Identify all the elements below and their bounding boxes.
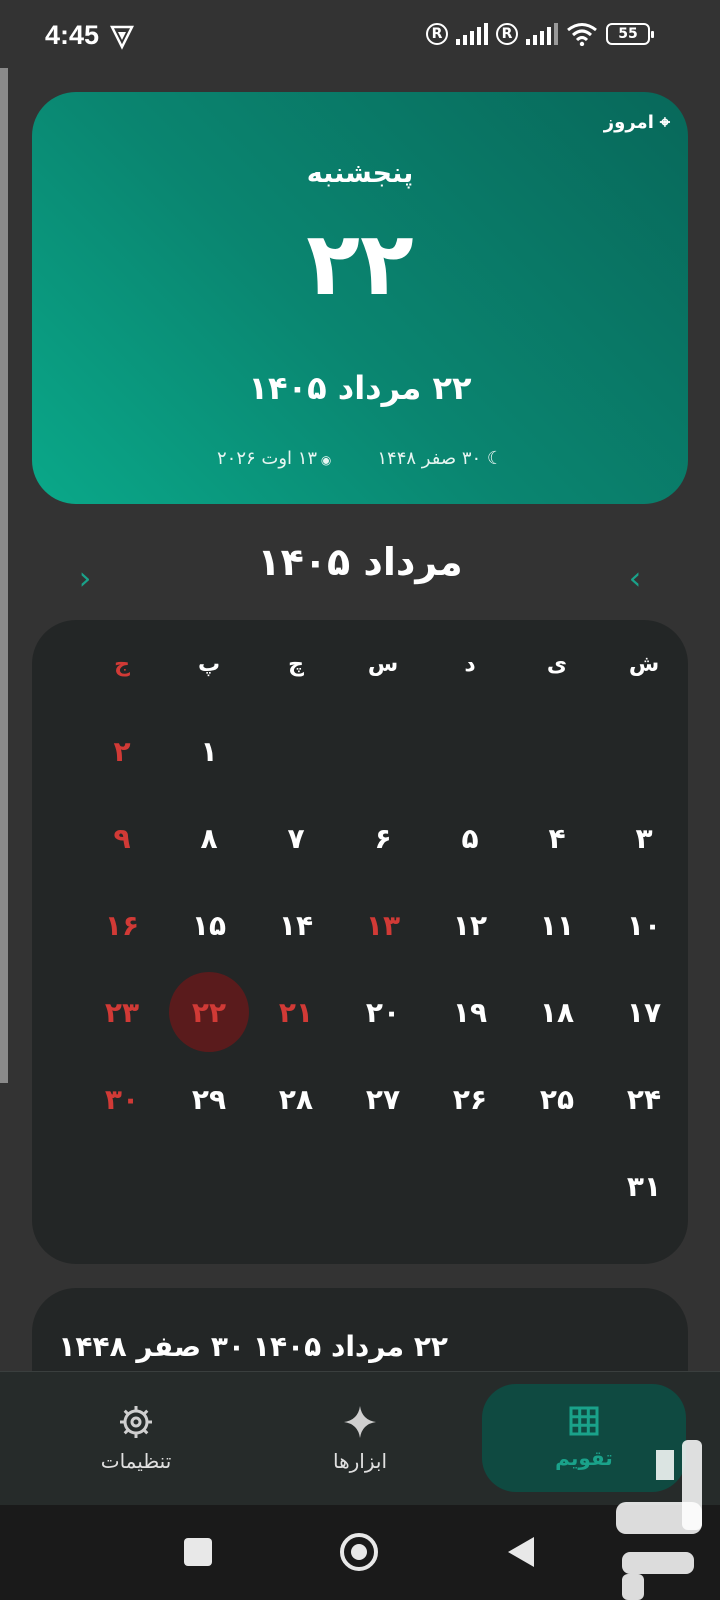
hijri-date-row: ☾ ۳۰ صفر ۱۴۴۸ — [377, 448, 503, 469]
calendar-grid-icon — [569, 1406, 599, 1436]
weekday-header: د — [464, 651, 476, 677]
day-cell[interactable]: ۱۳ — [339, 885, 427, 965]
roaming-icon: R — [496, 23, 518, 45]
day-cell[interactable]: ۲۷ — [339, 1059, 427, 1139]
home-button[interactable] — [340, 1533, 378, 1571]
hijri-date: ۳۰ صفر ۱۴۴۸ — [377, 448, 482, 469]
day-cell[interactable]: ۱۱ — [513, 885, 601, 965]
battery-icon: 55 — [606, 23, 654, 45]
sparkle-icon — [344, 1406, 376, 1438]
gregorian-date-row: ◉ ۱۳ اوت ۲۰۲۶ — [217, 448, 331, 469]
day-cell[interactable]: ۴ — [513, 798, 601, 878]
system-navigation-bar — [0, 1505, 720, 1600]
secondary-dates: ☾ ۳۰ صفر ۱۴۴۸ ◉ ۱۳ اوت ۲۰۲۶ — [32, 448, 688, 469]
weekday-header: س — [367, 651, 399, 677]
day-cell[interactable]: ۳ — [600, 798, 688, 878]
day-cell[interactable]: ۲۰ — [339, 972, 427, 1052]
status-bar: 4:45 R R 55 — [0, 0, 720, 80]
sun-icon: ◉ — [317, 453, 332, 467]
day-cell[interactable]: ۱۵ — [165, 885, 253, 965]
day-cell[interactable]: ۱ — [165, 711, 253, 791]
day-cell[interactable]: ۶ — [339, 798, 427, 878]
nav-calendar-label: تقویم — [555, 1446, 613, 1470]
prev-month-button[interactable]: ‹ — [620, 560, 650, 600]
moon-icon: ☾ — [481, 448, 504, 469]
weekday-header: چ — [288, 651, 304, 677]
nav-settings-label: تنظیمات — [100, 1449, 172, 1473]
day-cell[interactable]: ۲۴ — [600, 1059, 688, 1139]
day-cell[interactable]: ۲۱ — [252, 972, 340, 1052]
nav-tools-tab[interactable]: ابزارها — [260, 1372, 460, 1506]
gregorian-date: ۱۳ اوت ۲۰۲۶ — [216, 448, 318, 469]
today-highlight: ۲۲ — [169, 972, 249, 1052]
day-cell[interactable]: ۳۱ — [600, 1146, 688, 1226]
next-month-button[interactable]: › — [70, 560, 100, 600]
roaming-icon: R — [426, 23, 448, 45]
day-cell[interactable]: ۲۵ — [513, 1059, 601, 1139]
day-cell[interactable]: ۱۸ — [513, 972, 601, 1052]
calendar-grid: ش ی د س چ پ ج ۱ ۲ ۳ ۴ ۵ ۶ ۷ ۸ ۹ ۱۰ ۱۱ ۱۲ ۱۳ ۱۴ ۱۵ ۱۶ ۱۷ ۱۸ ۱۹ ۲۰ ۲۱… — [32, 620, 688, 1264]
day-cell[interactable]: ۲۶ — [426, 1059, 514, 1139]
day-cell[interactable]: ۵ — [426, 798, 514, 878]
weekday-header: ج — [114, 651, 130, 677]
day-cell[interactable]: ۱۷ — [600, 972, 688, 1052]
info-shamsi-date: ۲۲ مرداد ۱۴۰۵ — [252, 1330, 448, 1363]
day-cell[interactable]: ۲ — [78, 711, 166, 791]
nav-settings-tab[interactable]: تنظیمات — [36, 1372, 236, 1506]
day-cell[interactable]: ۱۲ — [426, 885, 514, 965]
day-cell[interactable]: ۱۰ — [600, 885, 688, 965]
wifi-icon — [567, 23, 597, 46]
day-cell[interactable]: ۸ — [165, 798, 253, 878]
day-cell[interactable]: ۱۶ — [78, 885, 166, 965]
recents-button[interactable] — [184, 1538, 212, 1566]
day-cell[interactable]: ۲۸ — [252, 1059, 340, 1139]
info-hijri-date: ۳۰ صفر ۱۴۴۸ — [58, 1330, 245, 1363]
day-cell[interactable]: ۲۹ — [165, 1059, 253, 1139]
month-title: مرداد ۱۴۰۵ — [257, 540, 463, 584]
today-button[interactable]: ⌖ امروز — [604, 112, 670, 133]
back-button[interactable] — [506, 1535, 536, 1569]
weekday-header: ی — [546, 651, 568, 677]
status-time: 4:45 — [45, 20, 100, 50]
app-store-watermark-icon — [616, 1440, 702, 1600]
vpn-shield-icon — [110, 25, 134, 50]
status-icons: R R 55 — [426, 22, 654, 46]
day-cell[interactable]: ۳۰ — [78, 1059, 166, 1139]
day-cell-today[interactable]: ۲۲ — [165, 972, 253, 1052]
day-cell[interactable]: ۷ — [252, 798, 340, 878]
crosshair-icon: ⌖ — [659, 112, 670, 133]
day-cell[interactable]: ۹ — [78, 798, 166, 878]
signal-icon — [526, 23, 558, 45]
today-card[interactable]: ⌖ امروز پنجشنبه ۲۲ ۲۲ مرداد ۱۴۰۵ ☾ ۳۰ صف… — [32, 92, 688, 504]
weekday-header: ش — [628, 651, 660, 677]
day-number: ۲۲ — [306, 212, 414, 315]
day-cell[interactable]: ۲۳ — [78, 972, 166, 1052]
today-label: امروز — [603, 112, 654, 133]
weekday-header: پ — [197, 651, 221, 677]
weekday-label: پنجشنبه — [306, 158, 414, 189]
bottom-navigation: تقویم ابزارها تنظیمات — [0, 1371, 720, 1506]
day-cell[interactable]: ۱۴ — [252, 885, 340, 965]
nav-tools-label: ابزارها — [332, 1449, 387, 1473]
full-date: ۲۲ مرداد ۱۴۰۵ — [248, 369, 472, 407]
gear-icon — [120, 1406, 152, 1438]
signal-icon — [456, 23, 488, 45]
day-cell[interactable]: ۱۹ — [426, 972, 514, 1052]
